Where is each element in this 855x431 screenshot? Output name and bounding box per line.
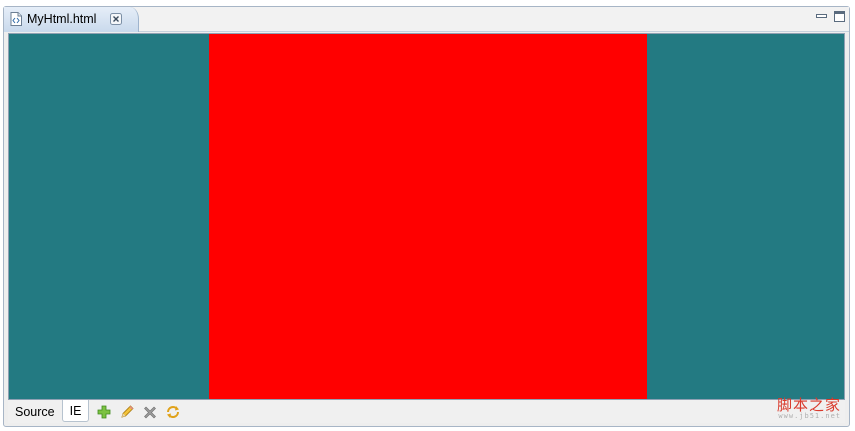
red-content-block [209, 34, 647, 399]
maximize-icon[interactable] [834, 11, 845, 22]
refresh-icon[interactable] [165, 404, 181, 420]
html-file-icon [10, 12, 22, 26]
watermark-url: www.jb51.net [778, 412, 841, 420]
close-icon[interactable] [110, 13, 122, 25]
tab-source[interactable]: Source [8, 401, 62, 422]
tab-ie[interactable]: IE [61, 400, 90, 422]
editor-tab-bar: MyHtml.html [4, 7, 849, 32]
editor-tab-myhtml[interactable]: MyHtml.html [4, 7, 139, 32]
delete-icon[interactable] [142, 404, 158, 420]
window-controls [816, 11, 845, 22]
editor-mode-bar: Source IE 脚本之家 www.jb51.net [8, 396, 845, 423]
editor-tab-label: MyHtml.html [27, 12, 97, 26]
edit-pencil-icon[interactable] [119, 404, 135, 420]
browser-preview-area [8, 33, 845, 400]
minimize-icon[interactable] [816, 11, 827, 22]
editor-window: MyHtml.html Source IE 脚本之家 www.jb51.net [3, 6, 850, 427]
add-icon[interactable] [96, 404, 112, 420]
